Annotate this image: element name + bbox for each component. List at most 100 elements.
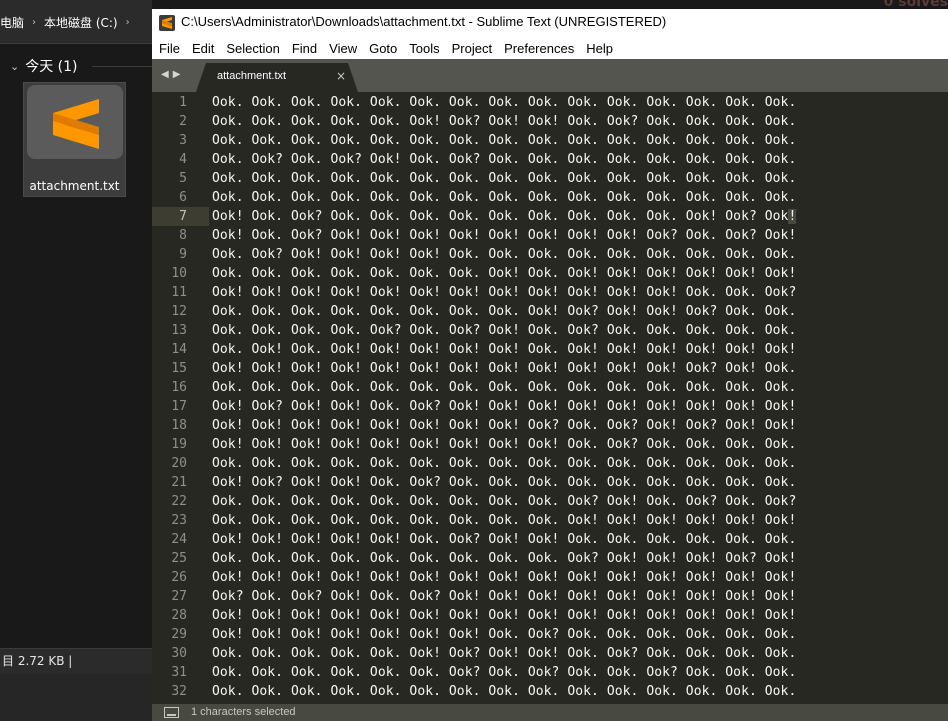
line-number: 7 (152, 207, 209, 226)
code-line[interactable]: Ook? Ook. Ook? Ook! Ook. Ook? Ook! Ook! … (212, 587, 796, 606)
line-number: 17 (171, 399, 187, 414)
line-number: 21 (171, 475, 187, 490)
line-number: 18 (171, 418, 187, 433)
line-number: 10 (171, 266, 187, 281)
code-line[interactable]: Ook. Ook. Ook. Ook. Ook. Ook. Ook. Ook! … (212, 264, 796, 283)
line-number: 9 (179, 247, 187, 262)
sublime-app-icon (159, 15, 175, 31)
code-line[interactable]: Ook! Ook! Ook! Ook! Ook! Ook! Ook! Ook! … (212, 568, 796, 587)
menu-preferences[interactable]: Preferences (504, 41, 574, 56)
code-line[interactable]: Ook. Ook. Ook. Ook. Ook. Ook. Ook. Ook. … (212, 492, 796, 511)
line-number: 29 (171, 627, 187, 642)
code-line[interactable]: Ook! Ook! Ook! Ook! Ook! Ook! Ook! Ook! … (212, 435, 796, 454)
menu-file[interactable]: File (159, 41, 180, 56)
menu-tools[interactable]: Tools (409, 41, 439, 56)
line-number: 6 (179, 190, 187, 205)
line-number-gutter: 1 2 3 4 5 6 7 8 9 10 11 12 13 14 15 16 17 18 19 20 21 22 23 24 2… (152, 92, 209, 704)
line-number: 28 (171, 608, 187, 623)
line-number: 16 (171, 380, 187, 395)
line-number: 1 (179, 95, 187, 110)
line-number: 15 (171, 361, 187, 376)
code-line[interactable]: Ook. Ook. Ook. Ook. Ook. Ook. Ook. Ook. … (212, 378, 796, 397)
chevron-right-icon: › (125, 17, 130, 28)
window-title: C:\Users\Administrator\Downloads\attachm… (181, 14, 667, 29)
code-line[interactable]: Ook. Ook? Ook! Ook! Ook! Ook! Ook. Ook. … (212, 245, 796, 264)
explorer-status-bar: 目 2.72 KB | (0, 648, 152, 674)
code-line[interactable]: Ook! Ook? Ook! Ook! Ook. Ook? Ook! Ook! … (212, 397, 796, 416)
code-line[interactable]: Ook! Ook! Ook! Ook! Ook! Ook! Ook! Ook. … (212, 625, 796, 644)
file-item-attachment[interactable]: attachment.txt (23, 82, 126, 197)
breadcrumb-this-pc[interactable]: 此电脑 (0, 14, 24, 31)
line-number: 31 (171, 665, 187, 680)
code-line[interactable]: Ook. Ook. Ook. Ook. Ook. Ook! Ook? Ook! … (212, 644, 796, 663)
code-line[interactable]: Ook. Ook. Ook. Ook. Ook. Ook. Ook. Ook. … (212, 131, 796, 150)
code-line[interactable]: Ook. Ook. Ook. Ook. Ook. Ook. Ook. Ook. … (212, 188, 796, 207)
file-name: attachment.txt (29, 179, 120, 193)
menu-find[interactable]: Find (292, 41, 317, 56)
code-line[interactable]: Ook. Ook? Ook. Ook? Ook! Ook. Ook? Ook. … (212, 150, 796, 169)
divider (92, 66, 152, 67)
line-number: 23 (171, 513, 187, 528)
line-number: 30 (171, 646, 187, 661)
line-number: 8 (179, 228, 187, 243)
code-line[interactable]: Ook! Ook! Ook! Ook! Ook! Ook! Ook! Ook! … (212, 283, 796, 302)
line-number: 32 (171, 684, 187, 699)
menu-view[interactable]: View (329, 41, 357, 56)
chevron-down-icon: ⌄ (10, 59, 20, 73)
code-line[interactable]: Ook. Ook. Ook. Ook. Ook. Ook. Ook. Ook. … (212, 549, 796, 568)
code-line[interactable]: Ook! Ook? Ook! Ook! Ook. Ook? Ook. Ook. … (212, 473, 796, 492)
tab-nav-arrows-icon[interactable]: ◀▶ (161, 69, 184, 80)
code-line[interactable]: Ook. Ook. Ook. Ook. Ook. Ook. Ook. Ook. … (212, 302, 796, 321)
code-line[interactable]: Ook! Ook! Ook! Ook! Ook! Ook! Ook! Ook! … (212, 606, 796, 625)
code-line[interactable]: Ook! Ook! Ook! Ook! Ook! Ook. Ook? Ook! … (212, 530, 796, 549)
editor-area[interactable]: 1 2 3 4 5 6 7 8 9 10 11 12 13 14 15 16 17 18 19 20 21 22 23 24 2… (152, 92, 948, 704)
code-line[interactable]: Ook. Ook. Ook. Ook. Ook? Ook. Ook? Ook! … (212, 321, 796, 340)
breadcrumb: 此电脑 › 本地磁盘 (C:) › (0, 14, 130, 31)
line-number: 19 (171, 437, 187, 452)
code-line[interactable]: Ook! Ook! Ook! Ook! Ook! Ook! Ook! Ook! … (212, 416, 796, 435)
explorer-bottom-area (0, 674, 152, 721)
code-line[interactable]: Ook. Ook! Ook. Ook! Ook! Ook! Ook! Ook! … (212, 340, 796, 359)
menu-bar: File Edit Selection Find View Goto Tools… (152, 37, 948, 59)
chevron-right-icon: › (32, 17, 37, 28)
code-line[interactable]: Ook! Ook. Ook? Ook! Ook! Ook! Ook! Ook! … (212, 226, 796, 245)
explorer-address-bar[interactable]: 此电脑 › 本地磁盘 (C:) › (0, 0, 152, 44)
tab-label: attachment.txt (217, 70, 287, 82)
line-number: 11 (171, 285, 187, 300)
group-label: 今天 (1) (25, 59, 78, 75)
menu-selection[interactable]: Selection (226, 41, 279, 56)
menu-goto[interactable]: Goto (369, 41, 397, 56)
line-number: 27 (171, 589, 187, 604)
sublime-text-window: C:\Users\Administrator\Downloads\attachm… (152, 9, 948, 721)
tab-bar: ◀▶ attachment.txt × (152, 59, 948, 92)
code-line[interactable]: Ook! Ook! Ook! Ook! Ook! Ook! Ook! Ook! … (212, 359, 796, 378)
menu-help[interactable]: Help (586, 41, 613, 56)
code-line[interactable]: Ook. Ook. Ook. Ook. Ook. Ook! Ook? Ook! … (212, 112, 796, 131)
line-number: 5 (179, 171, 187, 186)
code-line[interactable]: Ook. Ook. Ook. Ook. Ook. Ook. Ook. Ook. … (212, 93, 796, 112)
code-line[interactable]: Ook! Ook. Ook? Ook. Ook. Ook. Ook. Ook. … (212, 207, 797, 226)
status-selection-text: 1 characters selected (191, 706, 296, 718)
menu-project[interactable]: Project (452, 41, 492, 56)
selected-text[interactable]: ! (788, 209, 797, 224)
line-number: 26 (171, 570, 187, 585)
line-number: 14 (171, 342, 187, 357)
code-line[interactable]: Ook. Ook. Ook. Ook. Ook. Ook. Ook? Ook. … (212, 663, 796, 682)
line-number: 22 (171, 494, 187, 509)
panel-toggle-icon[interactable] (164, 707, 179, 718)
code-line[interactable]: Ook. Ook. Ook. Ook. Ook. Ook. Ook. Ook. … (212, 169, 796, 188)
line-number: 25 (171, 551, 187, 566)
line-number: 4 (179, 152, 187, 167)
close-icon[interactable]: × (336, 69, 346, 83)
code-line[interactable]: Ook. Ook. Ook. Ook. Ook. Ook. Ook. Ook. … (212, 682, 796, 701)
breadcrumb-local-disk[interactable]: 本地磁盘 (C:) (44, 14, 118, 31)
line-number: 13 (171, 323, 187, 338)
tab-attachment[interactable]: attachment.txt × (196, 63, 358, 92)
code-line[interactable]: Ook. Ook. Ook. Ook. Ook. Ook. Ook. Ook. … (212, 454, 796, 473)
code-line[interactable]: Ook. Ook. Ook. Ook. Ook. Ook. Ook. Ook. … (212, 511, 796, 530)
sublime-file-icon (27, 85, 123, 159)
title-bar[interactable]: C:\Users\Administrator\Downloads\attachm… (152, 9, 948, 37)
line-number: 20 (171, 456, 187, 471)
menu-edit[interactable]: Edit (192, 41, 214, 56)
group-header-today[interactable]: ⌄ 今天 (1) (10, 56, 78, 76)
